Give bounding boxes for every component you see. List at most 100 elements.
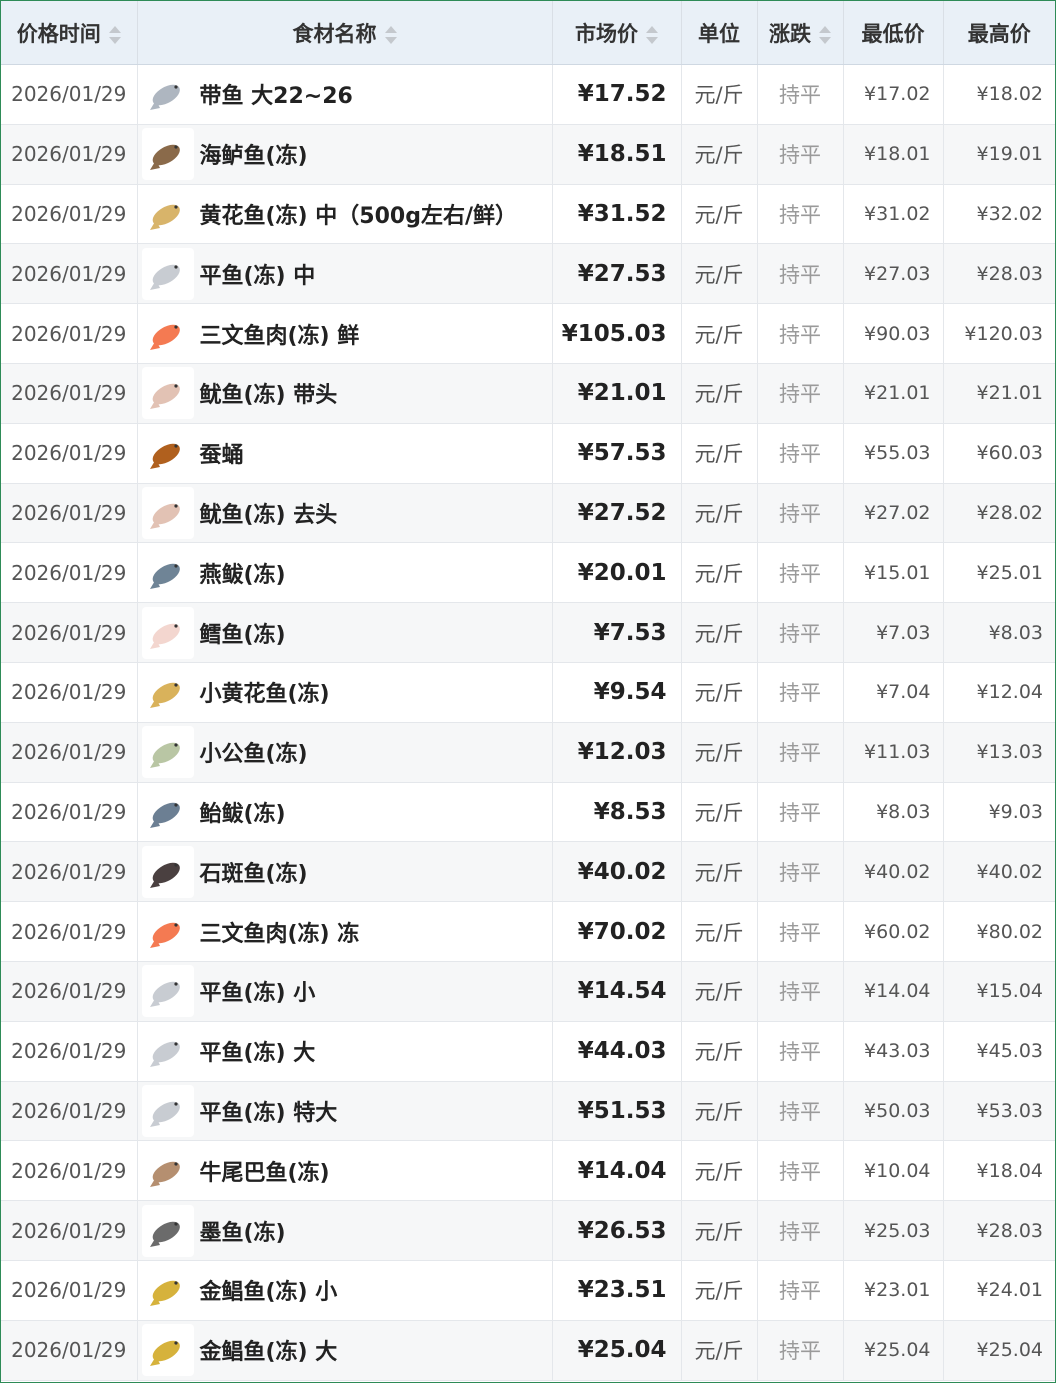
min-price-cell: ¥14.04 xyxy=(843,961,944,1022)
unit-cell: 元/斤 xyxy=(681,901,758,962)
salmon-fillet-icon xyxy=(141,307,194,360)
cuttlefish-icon xyxy=(141,1204,194,1257)
table-row[interactable]: 2026/01/29 平鱼(冻) 小 ¥14.54 元/斤 持平 ¥14.04 ¥15.04 xyxy=(1,961,1055,1022)
salmon-fillet-icon xyxy=(141,905,194,958)
price-date-cell: 2026/01/29 xyxy=(1,423,138,484)
market-price-cell: ¥21.01 xyxy=(552,363,682,424)
table-row[interactable]: 2026/01/29 蚕蛹 ¥57.53 元/斤 持平 ¥55.03 ¥60.03 xyxy=(1,423,1055,484)
sea-bass-icon xyxy=(141,128,194,181)
trend-cell: 持平 xyxy=(757,483,844,544)
unit-cell: 元/斤 xyxy=(681,1021,758,1082)
table-row[interactable]: 2026/01/29 金鲳鱼(冻) 大 ¥25.04 元/斤 持平 ¥25.04 ¥25.0… xyxy=(1,1320,1055,1381)
max-price-cell: ¥25.01 xyxy=(943,542,1055,604)
food-name-label[interactable]: 鱿鱼(冻) 去头 xyxy=(200,497,338,529)
small-croaker-icon xyxy=(141,666,194,719)
food-name-label[interactable]: 金鲳鱼(冻) 大 xyxy=(200,1334,338,1366)
food-name-wrapper: 墨鱼(冻) xyxy=(138,1204,552,1257)
food-name-label[interactable]: 平鱼(冻) 小 xyxy=(200,975,316,1007)
table-body: 2026/01/29 带鱼 大22~26 ¥17.52 元/斤 持平 ¥17.02 ¥18.… xyxy=(1,64,1055,1381)
unit-cell: 元/斤 xyxy=(681,1200,758,1261)
food-name-label[interactable]: 小黄花鱼(冻) xyxy=(200,676,330,708)
food-name-label[interactable]: 金鲳鱼(冻) 小 xyxy=(200,1274,338,1306)
table-row[interactable]: 2026/01/29 小公鱼(冻) ¥12.03 元/斤 持平 ¥11.03 ¥13.03 xyxy=(1,722,1055,783)
market-price-cell: ¥31.52 xyxy=(552,184,682,245)
food-name-cell: 三文鱼肉(冻) 鲜 xyxy=(137,303,553,364)
trend-cell: 持平 xyxy=(757,363,844,424)
food-name-label[interactable]: 小公鱼(冻) xyxy=(200,736,308,768)
max-price-cell: ¥53.03 xyxy=(943,1081,1055,1142)
table-row[interactable]: 2026/01/29 燕鲅(冻) ¥20.01 元/斤 持平 ¥15.01 ¥25.01 xyxy=(1,542,1055,604)
sort-icon[interactable] xyxy=(108,25,121,45)
table-row[interactable]: 2026/01/29 牛尾巴鱼(冻) ¥14.04 元/斤 持平 ¥10.04 ¥18.04 xyxy=(1,1140,1055,1202)
table-row[interactable]: 2026/01/29 黄花鱼(冻) 中（500g左右/鲜） ¥31.52 元/斤 持平 ¥… xyxy=(1,184,1055,245)
food-name-label[interactable]: 鳕鱼(冻) xyxy=(200,617,286,649)
food-name-label[interactable]: 石斑鱼(冻) xyxy=(200,856,308,888)
trend-cell: 持平 xyxy=(757,1081,844,1142)
food-name-label[interactable]: 平鱼(冻) 中 xyxy=(200,258,316,290)
food-name-cell: 鱿鱼(冻) 带头 xyxy=(137,363,553,424)
table-row[interactable]: 2026/01/29 墨鱼(冻) ¥26.53 元/斤 持平 ¥25.03 ¥28.03 xyxy=(1,1200,1055,1261)
food-name-label[interactable]: 牛尾巴鱼(冻) xyxy=(200,1155,330,1187)
food-name-label[interactable]: 蚕蛹 xyxy=(200,437,244,469)
food-name-label[interactable]: 黄花鱼(冻) 中（500g左右/鲜） xyxy=(200,198,517,230)
price-date-cell: 2026/01/29 xyxy=(1,961,138,1022)
table-row[interactable]: 2026/01/29 平鱼(冻) 中 ¥27.53 元/斤 持平 ¥27.03 ¥28.03 xyxy=(1,243,1055,305)
market-price-cell: ¥8.53 xyxy=(552,782,682,843)
table-row[interactable]: 2026/01/29 三文鱼肉(冻) 冻 ¥70.02 元/斤 持平 ¥60.02 ¥80.… xyxy=(1,901,1055,962)
max-price-cell: ¥18.02 xyxy=(943,64,1055,125)
food-name-label[interactable]: 平鱼(冻) 特大 xyxy=(200,1095,338,1127)
market-price-cell: ¥51.53 xyxy=(552,1081,682,1142)
food-name-label[interactable]: 鲐鲅(冻) xyxy=(200,796,286,828)
min-price-cell: ¥40.02 xyxy=(843,841,944,903)
table-row[interactable]: 2026/01/29 金鲳鱼(冻) 小 ¥23.51 元/斤 持平 ¥23.01 ¥24.0… xyxy=(1,1260,1055,1321)
max-price-cell: ¥28.02 xyxy=(943,483,1055,544)
table-row[interactable]: 2026/01/29 海鲈鱼(冻) ¥18.51 元/斤 持平 ¥18.01 ¥19.01 xyxy=(1,124,1055,185)
pomfret-icon xyxy=(141,965,194,1018)
food-name-cell: 小公鱼(冻) xyxy=(137,722,553,783)
trend-cell: 持平 xyxy=(757,901,844,962)
food-name-label[interactable]: 三文鱼肉(冻) 鲜 xyxy=(200,318,360,350)
food-name-label[interactable]: 墨鱼(冻) xyxy=(200,1215,286,1247)
table-row[interactable]: 2026/01/29 平鱼(冻) 特大 ¥51.53 元/斤 持平 ¥50.03 ¥53.0… xyxy=(1,1081,1055,1142)
unit-cell: 元/斤 xyxy=(681,782,758,843)
food-name-label[interactable]: 三文鱼肉(冻) 冻 xyxy=(200,916,360,948)
max-price-cell: ¥40.02 xyxy=(943,841,1055,903)
table-row[interactable]: 2026/01/29 石斑鱼(冻) ¥40.02 元/斤 持平 ¥40.02 ¥40.02 xyxy=(1,841,1055,903)
food-name-label[interactable]: 鱿鱼(冻) 带头 xyxy=(200,377,338,409)
table-row[interactable]: 2026/01/29 带鱼 大22~26 ¥17.52 元/斤 持平 ¥17.02 ¥18.… xyxy=(1,64,1055,125)
food-name-label[interactable]: 燕鲅(冻) xyxy=(200,557,286,589)
food-name-label[interactable]: 海鲈鱼(冻) xyxy=(200,138,308,170)
trend-cell: 持平 xyxy=(757,961,844,1022)
trend-cell: 持平 xyxy=(757,64,844,125)
unit-cell: 元/斤 xyxy=(681,662,758,723)
column-header-min: 最低价 xyxy=(843,1,944,65)
sort-icon[interactable] xyxy=(646,25,658,45)
min-price-cell: ¥10.04 xyxy=(843,1140,944,1202)
food-name-cell: 平鱼(冻) 中 xyxy=(137,243,553,305)
table-row[interactable]: 2026/01/29 鱿鱼(冻) 去头 ¥27.52 元/斤 持平 ¥27.02 ¥28.0… xyxy=(1,483,1055,544)
food-name-label[interactable]: 平鱼(冻) 大 xyxy=(200,1035,316,1067)
price-table: 价格时间 食材名称 市场价 单位 涨跌 最低价 最高价 2026/01/29 带鱼… xyxy=(1,1,1055,1381)
food-name-wrapper: 平鱼(冻) 特大 xyxy=(138,1084,552,1137)
table-row[interactable]: 2026/01/29 三文鱼肉(冻) 鲜 ¥105.03 元/斤 持平 ¥90.03 ¥12… xyxy=(1,303,1055,364)
sort-icon[interactable] xyxy=(384,25,397,45)
food-name-label[interactable]: 带鱼 大22~26 xyxy=(200,78,353,110)
table-row[interactable]: 2026/01/29 鳕鱼(冻) ¥7.53 元/斤 持平 ¥7.03 ¥8.03 xyxy=(1,602,1055,663)
column-header-trend[interactable]: 涨跌 xyxy=(757,1,844,65)
max-price-cell: ¥12.04 xyxy=(943,662,1055,723)
sort-icon[interactable] xyxy=(819,25,831,45)
table-row[interactable]: 2026/01/29 小黄花鱼(冻) ¥9.54 元/斤 持平 ¥7.04 ¥12.04 xyxy=(1,662,1055,723)
column-header-date[interactable]: 价格时间 xyxy=(1,1,138,65)
column-header-price[interactable]: 市场价 xyxy=(552,1,682,65)
column-header-name[interactable]: 食材名称 xyxy=(137,1,553,65)
min-price-cell: ¥25.03 xyxy=(843,1200,944,1261)
table-row[interactable]: 2026/01/29 鱿鱼(冻) 带头 ¥21.01 元/斤 持平 ¥21.01 ¥21.0… xyxy=(1,363,1055,424)
market-price-cell: ¥12.03 xyxy=(552,722,682,783)
unit-cell: 元/斤 xyxy=(681,542,758,604)
min-price-cell: ¥17.02 xyxy=(843,64,944,125)
price-date-cell: 2026/01/29 xyxy=(1,184,138,245)
food-name-wrapper: 鱿鱼(冻) 去头 xyxy=(138,486,552,539)
table-row[interactable]: 2026/01/29 平鱼(冻) 大 ¥44.03 元/斤 持平 ¥43.03 ¥45.03 xyxy=(1,1021,1055,1082)
price-date-cell: 2026/01/29 xyxy=(1,363,138,424)
table-row[interactable]: 2026/01/29 鲐鲅(冻) ¥8.53 元/斤 持平 ¥8.03 ¥9.03 xyxy=(1,782,1055,843)
